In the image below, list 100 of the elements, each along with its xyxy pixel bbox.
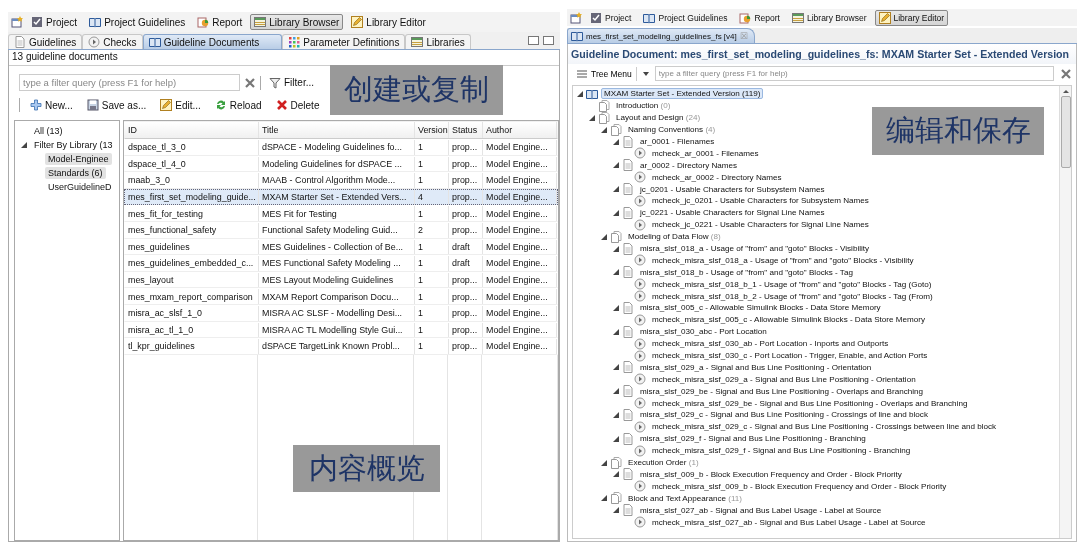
tree-item[interactable]: MXAM Starter Set - Extended Version (119) <box>601 88 764 100</box>
tree-item[interactable]: misra_slsf_029_c - Signal and Bus Line Positioning - Crossings of line and block <box>637 409 931 421</box>
tree-item[interactable]: mcheck_misra_slsf_018_b_1 - Usage of "from" and "goto" Blocks - Tag (Goto) <box>649 278 935 290</box>
tab-title[interactable]: mes_first_set_modeling_guidelines_fs [v4] <box>586 31 737 41</box>
perspective-button[interactable]: Library Editor <box>874 9 949 26</box>
expand-arrow-icon[interactable] <box>577 90 583 97</box>
toolbar-button[interactable]: Delete <box>271 99 324 111</box>
tree-item[interactable]: mcheck_ar_0001 - Filenames <box>649 147 762 159</box>
tree-item[interactable]: misra_slsf_009_b - Block Execution Frequency and Order - Block Priority <box>637 468 905 480</box>
tree-item[interactable]: Introduction (0) <box>613 100 674 112</box>
tree-item[interactable]: misra_slsf_029_be - Signal and Bus Line Positioning - Overlaps and Branching <box>637 385 926 397</box>
table-row[interactable]: dspace_tl_4_0 Modeling Guidelines for dSPACE ... 1 prop... Model Engine... <box>124 155 558 173</box>
maximize-icon[interactable] <box>543 36 554 45</box>
expand-arrow-icon[interactable] <box>601 126 607 133</box>
tree-item[interactable]: Standards (6) <box>45 167 106 179</box>
expand-arrow-icon[interactable] <box>21 142 27 148</box>
tree-item[interactable]: jc_0201 - Usable Characters for Subsystem Names <box>637 183 828 195</box>
expand-arrow-icon[interactable] <box>613 364 619 371</box>
expand-arrow-icon[interactable] <box>613 471 619 478</box>
perspective-button[interactable]: Project <box>27 14 82 30</box>
tree-item[interactable]: mcheck_misra_slsf_009_b - Block Execution Frequency and Order - Block Priority <box>649 480 950 492</box>
expand-arrow-icon[interactable] <box>613 138 619 145</box>
tree-item[interactable]: mcheck_ar_0002 - Directory Names <box>649 171 785 183</box>
expand-arrow-icon[interactable] <box>601 233 607 240</box>
table-row[interactable]: misra_ac_tl_1_0 MISRA AC TL Modelling Style Gui... 1 prop... Model Engine... <box>124 321 558 339</box>
table-row[interactable]: mes_guidelines MES Guidelines - Collection of Be... 1 draft Model Engine... <box>124 238 558 256</box>
tree-item[interactable]: mcheck_misra_slsf_018_b_2 - Usage of "from" and "goto" Blocks - Tag (From) <box>649 290 936 302</box>
tree-item[interactable]: mcheck_misra_slsf_030_c - Port Location - Trigger, Enable, and Action Ports <box>649 350 931 362</box>
tree-item[interactable]: mcheck_misra_slsf_029_be - Signal and Bus Line Positioning - Overlaps and Branching <box>649 397 971 409</box>
table-row[interactable]: dspace_tl_3_0 dSPACE - Modeling Guidelines fo... 1 prop... Model Engine... <box>124 139 558 156</box>
expand-arrow-icon[interactable] <box>613 245 619 252</box>
expand-arrow-icon[interactable] <box>601 495 607 502</box>
tree-item[interactable]: misra_slsf_018_b - Usage of "from" and "goto" Blocks - Tag <box>637 266 856 278</box>
tab[interactable]: Checks <box>82 34 143 49</box>
perspective-button[interactable]: Library Editor <box>347 14 430 30</box>
perspective-button[interactable]: Report <box>735 9 784 26</box>
tree-item[interactable]: mcheck_jc_0201 - Usable Characters for Subsystem Names <box>649 195 872 207</box>
table-row[interactable]: mes_fit_for_testing MES Fit for Testing 1 prop... Model Engine... <box>124 205 558 222</box>
tree-item[interactable]: mcheck_misra_slsf_005_c - Allowable Simulink Blocks - Data Store Memory <box>649 314 929 326</box>
perspective-button[interactable]: Library Browser <box>787 9 871 26</box>
perspective-button[interactable]: Project <box>586 9 636 26</box>
tree-item[interactable]: Modeling of Data Flow (8) <box>625 231 724 243</box>
column-header[interactable]: Author <box>483 122 557 138</box>
tree-item[interactable]: mcheck_misra_slsf_029_a - Signal and Bus Line Positioning - Orientation <box>649 373 919 385</box>
tree-item[interactable]: Filter By Library (13 <box>31 139 116 151</box>
tree-item[interactable]: Block and Text Appearance (11) <box>625 492 745 504</box>
perspective-button[interactable]: Library Browser <box>250 14 344 30</box>
tree-item[interactable]: mcheck_misra_slsf_027_ab - Signal and Bus Label Usage - Label at Source <box>649 516 929 528</box>
tab[interactable]: Parameter Definitions <box>282 34 406 49</box>
tree-item[interactable]: mcheck_jc_0221 - Usable Characters for Signal Line Names <box>649 219 872 231</box>
expand-arrow-icon[interactable] <box>613 162 619 169</box>
scroll-up-arrow-icon[interactable] <box>1062 90 1069 93</box>
perspective-button[interactable]: Project Guidelines <box>85 14 190 30</box>
filter-field[interactable]: type a filter query (press F1 for help) <box>19 74 240 91</box>
expand-arrow-icon[interactable] <box>601 459 607 466</box>
perspective-button[interactable]: Project Guidelines <box>639 9 732 26</box>
tree-menu-button[interactable]: Tree Menu <box>572 66 637 81</box>
tab[interactable]: Libraries <box>405 34 471 49</box>
expand-arrow-icon[interactable] <box>613 412 619 418</box>
table-row[interactable]: maab_3_0 MAAB - Control Algorithm Mode... 1 prop... Model Engine... <box>124 172 558 189</box>
expand-arrow-icon[interactable] <box>613 269 619 276</box>
expand-arrow-icon[interactable] <box>613 388 619 395</box>
tree-item[interactable]: mcheck_misra_slsf_029_f - Signal and Bus Line Positioning - Branching <box>649 445 914 457</box>
tree-item[interactable]: misra_slsf_030_abc - Port Location <box>637 326 770 338</box>
editor-tab[interactable]: mes_first_set_modeling_guidelines_fs [v4] ☒ <box>567 28 755 43</box>
tree-item[interactable]: UserGuidelineD <box>45 181 115 193</box>
filter-button[interactable]: Filter... <box>265 76 318 89</box>
toolbar-button[interactable]: New... <box>26 99 77 111</box>
dropdown-arrow-icon[interactable] <box>642 71 649 76</box>
table-row[interactable]: mes_guidelines_embedded_c... MES Functional Safety Modeling ... 1 draft Model Engine... <box>124 255 558 272</box>
tree-item[interactable]: jc_0221 - Usable Characters for Signal Line Names <box>637 207 828 219</box>
table-row[interactable]: mes_layout MES Layout Modeling Guidelines 1 prop... Model Engine... <box>124 271 558 289</box>
tree-item[interactable]: Layout and Design (24) <box>613 112 704 124</box>
toolbar-button[interactable]: Reload <box>210 99 266 111</box>
table-row[interactable]: tl_kpr_guidelines dSPACE TargetLink Known Probl... 1 prop... Model Engine... <box>124 338 558 355</box>
tree-item[interactable]: mcheck_misra_slsf_018_a - Usage of "from" and "goto" Blocks - Visibility <box>649 254 917 266</box>
toolbar-button[interactable]: Edit... <box>156 99 205 111</box>
filter-field[interactable]: type a filter query (press F1 for help) <box>654 66 1054 81</box>
perspective-button[interactable]: Report <box>193 14 247 30</box>
tree-item[interactable]: Execution Order (1) <box>625 457 702 469</box>
tree-item[interactable]: mcheck_misra_slsf_029_c - Signal and Bus Line Positioning - Crossings between line and block <box>649 421 1000 433</box>
tree-item[interactable]: All (13) <box>31 125 66 137</box>
expand-arrow-icon[interactable] <box>613 328 619 335</box>
column-header[interactable]: Title <box>259 122 415 138</box>
tree-item[interactable]: ar_0001 - Filenames <box>637 136 718 147</box>
tree-item[interactable]: Naming Conventions (4) <box>625 124 719 136</box>
tree-item[interactable]: ar_0002 - Directory Names <box>637 159 741 171</box>
table-row[interactable]: mes_mxam_report_comparison MXAM Report Comparison Docu... 1 prop... Model Engine... <box>124 288 558 305</box>
tab[interactable]: Guideline Documents <box>142 34 283 49</box>
expand-arrow-icon[interactable] <box>613 186 619 193</box>
column-header[interactable]: ID <box>125 122 259 138</box>
expand-arrow-icon[interactable] <box>589 114 595 121</box>
tree-item[interactable]: misra_slsf_018_a - Usage of "from" and "goto" Blocks - Visibility <box>637 243 873 254</box>
tree-item[interactable]: misra_slsf_029_a - Signal and Bus Line Positioning - Orientation <box>637 361 875 373</box>
tree-item[interactable]: misra_slsf_005_c - Allowable Simulink Blocks - Data Store Memory <box>637 302 884 314</box>
tree-item[interactable]: mcheck_misra_slsf_030_ab - Port Location - Inports and Outports <box>649 338 892 350</box>
minimize-icon[interactable] <box>528 36 539 45</box>
tree-item[interactable]: misra_slsf_029_f - Signal and Bus Line Positioning - Branching <box>637 433 869 445</box>
column-header[interactable]: Version <box>415 122 449 138</box>
scrollbar[interactable] <box>1059 86 1071 538</box>
